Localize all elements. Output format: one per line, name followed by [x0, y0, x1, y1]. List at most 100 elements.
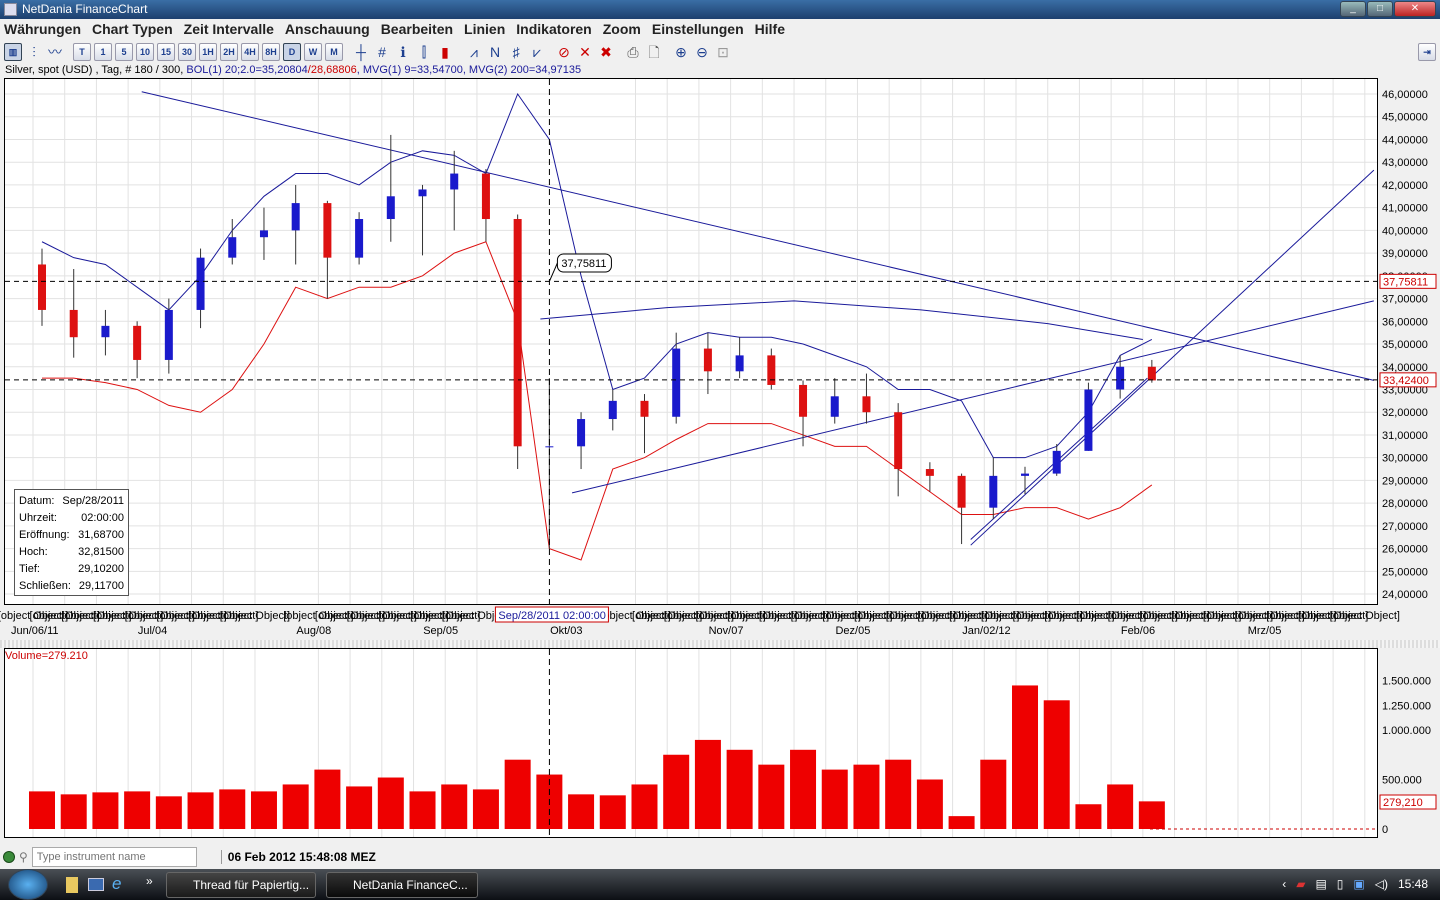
- trend-line: [970, 169, 1375, 546]
- volume-bar: [219, 789, 246, 829]
- volume-bar: [155, 796, 182, 829]
- ie-icon[interactable]: e: [112, 874, 121, 894]
- drive-icon[interactable]: ▤: [1315, 869, 1326, 900]
- x-major-label: Okt/03: [550, 625, 582, 637]
- candle-body: [386, 196, 395, 220]
- info-label: Schließen:: [19, 580, 71, 592]
- y-tick-label: 27,00000: [1382, 521, 1428, 533]
- candle-body: [228, 237, 237, 258]
- price-marker-label: 33,42400: [1383, 375, 1429, 387]
- tray-clock[interactable]: 15:48: [1398, 869, 1428, 900]
- volume-bar: [346, 786, 373, 829]
- y-tick-label: 25,00000: [1382, 566, 1428, 578]
- info-row: Eröffnung: 31,68700: [19, 527, 124, 544]
- candle-body: [196, 257, 205, 310]
- taskbar: e » Thread für Papiertig... NetDania Fin…: [0, 869, 1440, 900]
- y-tick-label: 32,00000: [1382, 407, 1428, 419]
- info-label: Uhrzeit:: [19, 512, 57, 524]
- candle-body: [957, 475, 966, 508]
- info-value: Sep/28/2011: [62, 495, 124, 507]
- volume-bar: [60, 794, 87, 829]
- candle-body: [69, 309, 78, 338]
- candle-body: [767, 355, 776, 385]
- tray-expand-icon[interactable]: ‹: [1282, 869, 1286, 900]
- moving-average-200-line: [540, 300, 1143, 340]
- volume-bar: [758, 764, 785, 829]
- volume-bar: [441, 784, 468, 829]
- y-tick-label: 39,00000: [1382, 248, 1428, 260]
- x-tick-label: [object Object]: [1330, 610, 1400, 622]
- candle-body: [38, 264, 46, 310]
- y-tick-label: 35,00000: [1382, 339, 1428, 351]
- info-value: 02:00:00: [81, 512, 124, 524]
- info-label: Hoch:: [19, 546, 48, 558]
- info-label: Datum:: [19, 495, 55, 507]
- volume-bar: [663, 754, 690, 829]
- candle-body: [418, 189, 427, 197]
- volume-bar: [916, 779, 943, 829]
- info-row: Schließen: 29,11700: [19, 578, 124, 595]
- y-tick-label: 26,00000: [1382, 544, 1428, 556]
- volume-last-label: 279,210: [1383, 797, 1423, 809]
- info-value: 32,81500: [78, 546, 124, 558]
- x-major-label: Nov/07: [709, 625, 744, 637]
- trend-line: [571, 300, 1374, 494]
- volume-tick-label: 1.500.000: [1382, 676, 1431, 688]
- info-label: Eröffnung:: [19, 529, 70, 541]
- candle-body: [513, 219, 522, 447]
- network-icon[interactable]: ▣: [1353, 869, 1364, 900]
- start-button[interactable]: [8, 869, 48, 900]
- candle-body: [450, 173, 459, 190]
- info-value: 29,11700: [78, 580, 124, 592]
- quicklaunch-more-icon[interactable]: »: [146, 874, 153, 888]
- candle-body: [672, 348, 681, 417]
- volume-bar: [790, 749, 817, 829]
- chart-canvas[interactable]: 24,00000 25,00000 26,00000 27,00000 28,00000…: [0, 0, 1440, 900]
- panel-splitter[interactable]: [0, 640, 1440, 648]
- crosshair-date-label: Sep/28/2011 02:00:00: [498, 610, 605, 622]
- volume-bar: [472, 789, 499, 829]
- y-tick-label: 31,00000: [1382, 430, 1428, 442]
- volume-bar: [885, 759, 912, 829]
- explorer-icon[interactable]: [66, 877, 78, 893]
- volume-bar: [377, 777, 404, 829]
- x-major-label: Jan/02/12: [962, 625, 1010, 637]
- candle-body: [1052, 450, 1061, 474]
- volume-bar: [631, 784, 658, 829]
- volume-bar: [726, 749, 753, 829]
- volume-bar: [124, 791, 151, 829]
- callout-pointer: [548, 262, 558, 282]
- task-netdania[interactable]: NetDania FinanceC...: [326, 872, 478, 898]
- connection-status-icon: [3, 851, 15, 863]
- info-label: Tief:: [19, 563, 40, 575]
- status-bar: ⚲ 06 Feb 2012 15:48:08 MEZ: [0, 845, 1440, 869]
- volume-bar: [568, 794, 595, 829]
- y-tick-label: 37,00000: [1382, 294, 1428, 306]
- candle-body: [894, 412, 903, 470]
- acrobat-icon[interactable]: ▰: [1296, 869, 1305, 900]
- power-icon[interactable]: ▯: [1337, 869, 1344, 900]
- volume-bar: [282, 784, 309, 829]
- y-tick-label: 24,00000: [1382, 589, 1428, 601]
- y-tick-label: 43,00000: [1382, 157, 1428, 169]
- volume-bar: [250, 791, 277, 829]
- volume-bar: [1075, 804, 1102, 829]
- volume-bar: [409, 791, 436, 829]
- volume-bar: [92, 792, 119, 829]
- volume-tick-label: 1.000.000: [1382, 725, 1431, 737]
- status-datetime: 06 Feb 2012 15:48:08 MEZ: [220, 850, 376, 864]
- show-desktop-icon[interactable]: [88, 878, 104, 891]
- volume-bar: [314, 769, 341, 829]
- task-browser[interactable]: Thread für Papiertig...: [166, 872, 316, 898]
- candle-body: [703, 348, 712, 372]
- volume-bar: [29, 791, 55, 829]
- x-major-label: Feb/06: [1121, 625, 1155, 637]
- candle-body: [1116, 366, 1125, 390]
- instrument-search-input[interactable]: [31, 847, 197, 867]
- y-tick-label: 44,00000: [1382, 134, 1428, 146]
- x-tick-label: [object Object]: [220, 610, 290, 622]
- volume-bar: [853, 764, 880, 829]
- candle-body: [735, 355, 744, 372]
- volume-bar: [599, 795, 626, 829]
- volume-icon[interactable]: ◁): [1375, 869, 1388, 900]
